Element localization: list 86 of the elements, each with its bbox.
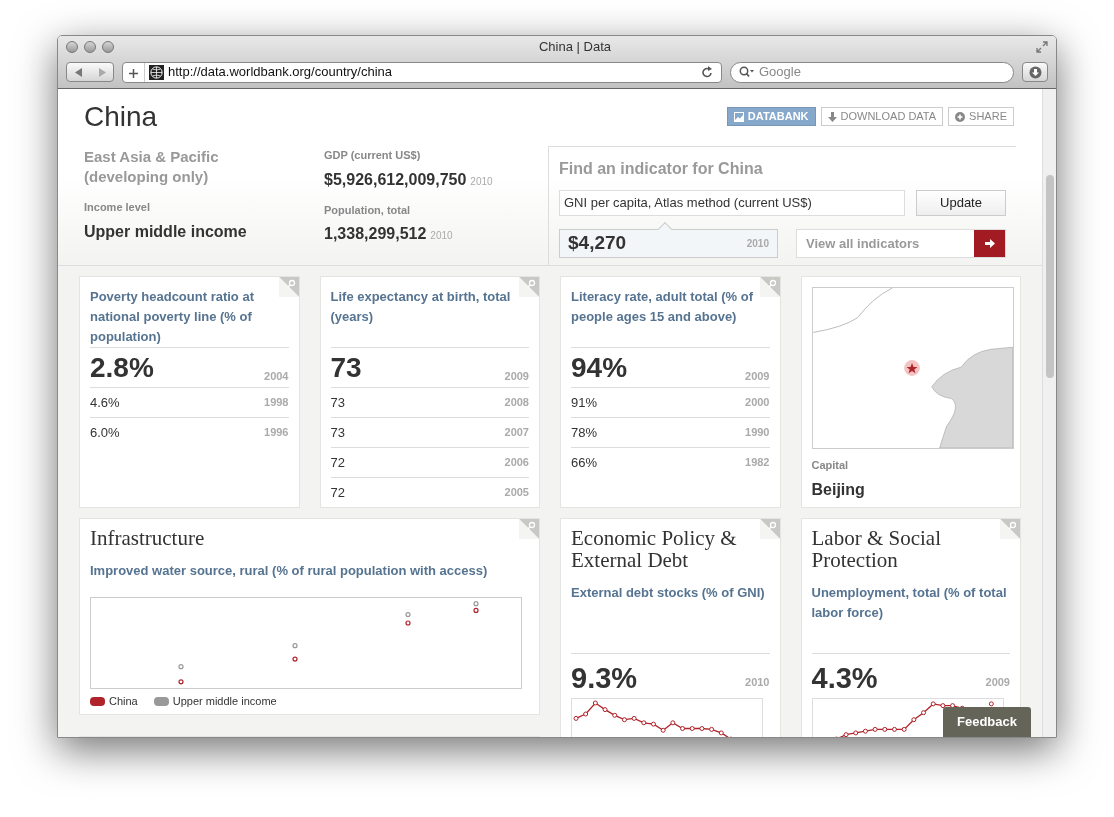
indicator-year: 2006 — [504, 455, 529, 471]
legend-label: China — [109, 694, 138, 709]
finder-title: Find an indicator for China — [559, 159, 764, 179]
scrollbar[interactable] — [1042, 89, 1056, 737]
stat-label: Population, total — [324, 202, 412, 218]
back-icon[interactable] — [74, 67, 83, 77]
topic-title: Labor & Social Protection — [811, 527, 942, 571]
window-control-icon[interactable] — [84, 41, 96, 53]
update-button[interactable]: Update — [916, 190, 1006, 216]
indicator-value: 4.3% — [811, 662, 878, 694]
income-label: Income level — [84, 200, 152, 215]
indicator-value: 91% — [571, 393, 598, 412]
zoom-corner-icon[interactable] — [519, 519, 539, 539]
view-all-link[interactable]: View all indicators — [796, 229, 1006, 258]
forward-icon[interactable] — [97, 67, 106, 77]
indicator-link[interactable]: Literacy rate, adult total (% of people ages 15 and above) — [571, 287, 770, 347]
indicator-year: 2004 — [264, 368, 289, 384]
scrollbar-thumb[interactable] — [1045, 175, 1054, 378]
header-button[interactable]: DATABANK — [726, 107, 816, 126]
header-button[interactable]: SHARE — [948, 107, 1014, 126]
region-link[interactable]: East Asia & Pacific (developing only) — [84, 147, 254, 187]
indicator-year: 2005 — [504, 485, 529, 501]
indicator-year: 2009 — [985, 674, 1010, 690]
window-control-icon[interactable] — [66, 41, 78, 53]
fullscreen-icon[interactable] — [1036, 41, 1048, 53]
income-value: Upper middle income — [84, 221, 248, 242]
indicator-input[interactable]: GNI per capita, Atlas method (current US$) — [559, 190, 905, 216]
zoom-corner-icon[interactable] — [519, 277, 539, 297]
chart-icon — [733, 111, 744, 122]
stat-year: 2010 — [470, 174, 493, 189]
stat-value: 1,338,299,512 — [324, 224, 427, 244]
indicator-value: 94% — [571, 352, 628, 384]
indicator-link[interactable]: Improved water source, rural (% of rural population with access) — [90, 561, 529, 581]
indicator-value: 66% — [571, 453, 598, 472]
indicator-value: 9.3% — [571, 662, 638, 694]
search-icon — [739, 66, 755, 78]
capital-label: Capital — [811, 458, 850, 473]
zoom-corner-icon[interactable] — [759, 277, 780, 297]
indicator-year: 1990 — [745, 425, 770, 441]
indicator-year: 1996 — [264, 425, 289, 441]
result-year: 2010 — [746, 237, 769, 251]
download-icon — [1028, 65, 1042, 79]
window-control-icon[interactable] — [102, 41, 114, 53]
stat-value: $5,926,612,009,750 — [324, 169, 467, 190]
feedback-button[interactable]: Feedback — [943, 707, 1031, 737]
plus-circle-icon — [955, 111, 966, 122]
indicator-value: 72 — [330, 483, 345, 502]
zoom-corner-icon[interactable] — [278, 277, 299, 297]
indicator-value: 78% — [571, 423, 598, 442]
indicator-year: 2009 — [504, 368, 529, 384]
downloads-button[interactable] — [1022, 62, 1048, 82]
indicator-year: 2000 — [745, 395, 770, 411]
indicator-link[interactable]: Life expectancy at birth, total (years) — [330, 287, 529, 347]
search-field[interactable]: Google — [730, 61, 1014, 83]
stat-label: GDP (current US$) — [324, 148, 422, 163]
topic-title: Economic Policy & External Debt — [571, 527, 738, 571]
indicator-year: 1982 — [745, 455, 770, 471]
indicator-link[interactable]: Unemployment, total (% of total labor force) — [811, 583, 1010, 623]
indicator-value: 4.6% — [90, 393, 120, 412]
indicator-year: 1998 — [264, 395, 289, 411]
arrow-button[interactable] — [974, 230, 1005, 257]
indicator-year: 2009 — [745, 368, 770, 384]
capital-value: Beijing — [811, 479, 866, 500]
back-forward-button[interactable] — [66, 62, 114, 82]
indicator-year: 2010 — [745, 674, 770, 690]
indicator-value: 73 — [330, 423, 345, 442]
indicator-value: 73 — [330, 393, 345, 412]
arrow-right-icon — [984, 239, 995, 248]
stat-year: 2010 — [430, 229, 453, 243]
country-title: China — [84, 100, 159, 134]
window-title: China | Data — [538, 38, 612, 57]
indicator-year: 2007 — [504, 425, 529, 441]
topic-title: Infrastructure — [90, 527, 206, 549]
legend-label: Upper middle income — [172, 694, 277, 709]
indicator-year: 2008 — [504, 395, 529, 411]
zoom-corner-icon[interactable] — [759, 519, 780, 539]
indicator-link[interactable]: External debt stocks (% of GNI) — [571, 583, 770, 603]
result-value: $4,270 — [568, 231, 627, 256]
indicator-link[interactable]: Poverty headcount ratio at national poverty line (% of population) — [90, 287, 289, 347]
zoom-corner-icon[interactable] — [1000, 519, 1020, 539]
indicator-value: 73 — [330, 352, 362, 384]
download-icon — [827, 111, 837, 122]
indicator-value: 6.0% — [90, 423, 120, 442]
indicator-value: 2.8% — [90, 352, 154, 384]
indicator-value: 72 — [330, 453, 345, 472]
header-button[interactable]: DOWNLOAD DATA — [820, 107, 944, 126]
